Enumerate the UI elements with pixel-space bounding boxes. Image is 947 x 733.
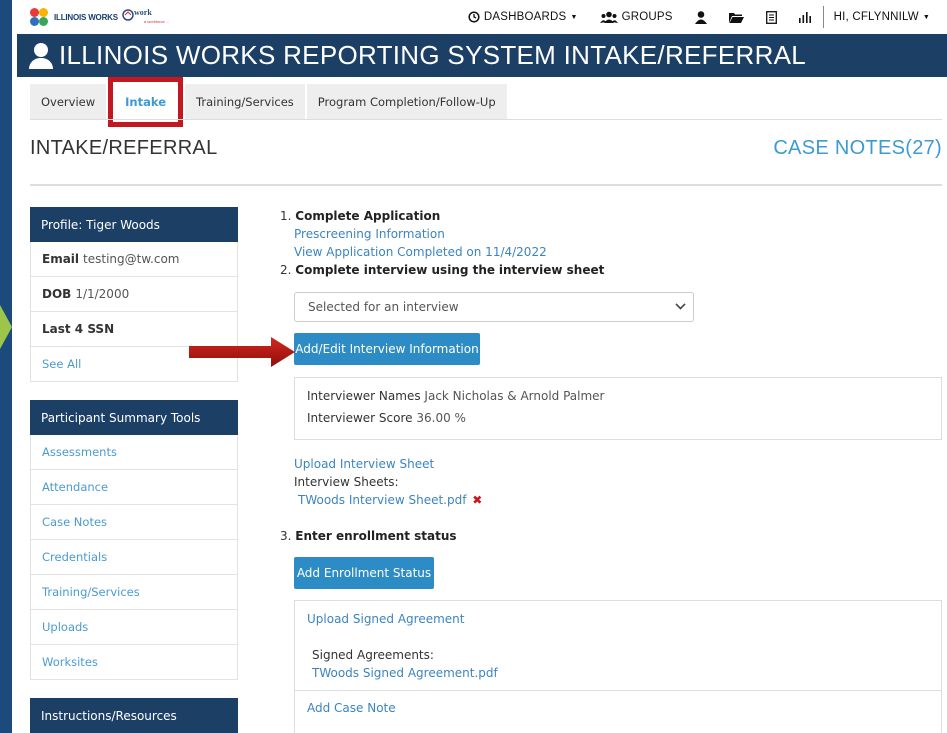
view-application-link[interactable]: View Application Completed on 11/4/2022 xyxy=(294,245,547,259)
folder-open-icon xyxy=(728,13,744,23)
ssn-label: Last 4 SSN xyxy=(42,322,115,336)
interviewer-score: Interviewer Score 36.00 % xyxy=(307,411,466,425)
logo-text: ILLINOIS WORKS xyxy=(54,12,118,22)
caret-down-icon: ▼ xyxy=(922,13,930,21)
step-2-title: 2. Complete interview using the intervie… xyxy=(280,263,604,277)
chevron-down-icon xyxy=(675,299,686,310)
tool-attendance[interactable]: Attendance xyxy=(30,470,238,505)
user-icon xyxy=(694,10,707,24)
interviewer-names-label: Interviewer Names xyxy=(307,389,421,403)
enrollment-documents-box: Upload Signed Agreement Signed Agreement… xyxy=(294,600,942,733)
summary-tools-header: Participant Summary Tools xyxy=(30,400,238,435)
tab-training-services[interactable]: Training/Services xyxy=(185,84,305,120)
green-arrow-decoration xyxy=(0,305,12,349)
step-3-label: Enter enrollment status xyxy=(295,529,457,543)
step-1-number: 1. xyxy=(280,209,292,223)
tool-training-services[interactable]: Training/Services xyxy=(30,575,238,610)
box-divider xyxy=(295,690,941,691)
dob-label: DOB xyxy=(42,287,72,301)
nav-reports[interactable] xyxy=(765,10,777,24)
tool-worksites[interactable]: Worksites xyxy=(30,645,238,680)
instructions-header[interactable]: Instructions/Resources xyxy=(30,698,238,733)
system-title: ILLINOIS WORKS REPORTING SYSTEM INTAKE/R… xyxy=(59,40,807,70)
illinois-works-logo[interactable]: ILLINOIS WORKS xyxy=(30,8,118,26)
interview-sheets-label: Interview Sheets: xyxy=(294,475,399,489)
partner-logo-text: work xyxy=(134,8,152,17)
profile-header: Profile: Tiger Woods xyxy=(30,207,238,242)
tab-overview[interactable]: Overview xyxy=(30,84,107,120)
partner-logo-icon xyxy=(122,9,134,21)
signed-agreements-label: Signed Agreements: xyxy=(312,648,434,662)
groups-icon xyxy=(599,11,618,23)
nav-dashboards[interactable]: DASHBOARDS ▼ xyxy=(468,11,578,23)
step-3-number: 3. xyxy=(280,529,292,543)
interviewer-score-value: 36.00 % xyxy=(416,411,466,425)
section-divider xyxy=(30,184,942,186)
step-2-label: Complete interview using the xyxy=(295,263,496,277)
add-edit-interview-button[interactable]: Add/Edit Interview Information xyxy=(294,333,480,365)
tab-program-completion[interactable]: Program Completion/Follow-Up xyxy=(306,84,507,120)
case-notes-link[interactable]: CASE NOTES(27) xyxy=(773,137,942,160)
tab-bar: Overview Intake Training/Services Progra… xyxy=(30,77,509,127)
step-1-label: Complete Application xyxy=(295,209,441,223)
nav-user-menu[interactable]: HI, CFLYNNILW ▼ xyxy=(834,11,930,23)
nav-divider xyxy=(822,6,824,28)
delete-icon[interactable]: ✖ xyxy=(472,493,482,507)
nav-analytics[interactable] xyxy=(798,11,811,23)
nav-folder[interactable] xyxy=(728,11,744,23)
tool-uploads[interactable]: Uploads xyxy=(30,610,238,645)
interviewer-score-label: Interviewer Score xyxy=(307,411,413,425)
step-3-title: 3. Enter enrollment status xyxy=(280,529,457,543)
interview-status-value: Selected for an interview xyxy=(308,300,459,314)
step-1-title: 1. Complete Application xyxy=(280,209,440,223)
nav-dashboards-label: DASHBOARDS xyxy=(483,11,567,23)
red-arrow-annotation xyxy=(189,337,295,367)
interview-status-select[interactable]: Selected for an interview xyxy=(294,292,694,322)
interview-sheet-file-row: TWoods Interview Sheet.pdf ✖ xyxy=(298,493,482,507)
step-2-number: 2. xyxy=(280,263,292,277)
interviewer-names-value: Jack Nicholas & Arnold Palmer xyxy=(424,389,605,403)
nav-profile[interactable] xyxy=(694,10,707,24)
interview-sheet-link[interactable]: interview sheet xyxy=(499,263,605,277)
page: ILLINOIS WORKS work a workforce ... DASH… xyxy=(12,0,947,733)
add-enrollment-status-button[interactable]: Add Enrollment Status xyxy=(294,557,434,589)
signed-agreement-file-link[interactable]: TWoods Signed Agreement.pdf xyxy=(312,666,498,680)
logo-mark-icon xyxy=(30,8,50,26)
partner-logo: work a workforce ... xyxy=(122,6,174,26)
nav-groups[interactable]: GROUPS xyxy=(599,11,673,23)
email-value: testing@tw.com xyxy=(83,252,180,266)
caret-down-icon: ▼ xyxy=(570,13,578,21)
interviewer-names: Interviewer Names Jack Nicholas & Arnold… xyxy=(307,389,605,403)
dob-value: 1/1/2000 xyxy=(75,287,130,301)
interviewer-details-box: Interviewer Names Jack Nicholas & Arnold… xyxy=(294,377,942,440)
dashboard-clock-icon xyxy=(468,11,480,23)
interview-sheet-file-link[interactable]: TWoods Interview Sheet.pdf xyxy=(298,493,466,507)
nav-menu: DASHBOARDS ▼ GROUPS HI, CFLYNNILW ▼ xyxy=(468,0,947,34)
system-header: ILLINOIS WORKS REPORTING SYSTEM INTAKE/R… xyxy=(17,34,947,77)
upload-signed-agreement-link[interactable]: Upload Signed Agreement xyxy=(307,612,465,626)
document-icon xyxy=(765,10,777,24)
tab-divider xyxy=(30,119,942,120)
page-title: INTAKE/REFERRAL xyxy=(30,137,218,159)
nav-user-label: HI, CFLYNNILW xyxy=(833,11,919,23)
nav-groups-label: GROUPS xyxy=(621,11,673,23)
tool-credentials[interactable]: Credentials xyxy=(30,540,238,575)
bar-chart-icon xyxy=(798,12,811,23)
add-case-note-link[interactable]: Add Case Note xyxy=(307,701,396,715)
tool-assessments[interactable]: Assessments xyxy=(30,435,238,470)
profile-dob: DOB 1/1/2000 xyxy=(30,277,238,312)
tool-case-notes[interactable]: Case Notes xyxy=(30,505,238,540)
partner-logo-tagline: a workforce ... xyxy=(144,19,170,24)
background-strip xyxy=(0,0,12,733)
prescreening-link[interactable]: Prescreening Information xyxy=(294,227,445,241)
profile-email: Email testing@tw.com xyxy=(30,242,238,277)
person-icon xyxy=(29,42,53,69)
upload-interview-sheet-link[interactable]: Upload Interview Sheet xyxy=(294,457,434,471)
summary-tools-panel: Participant Summary Tools Assessments At… xyxy=(30,400,238,680)
instructions-panel: Instructions/Resources xyxy=(30,698,238,733)
top-navbar: ILLINOIS WORKS work a workforce ... DASH… xyxy=(12,0,947,34)
email-label: Email xyxy=(42,252,80,266)
